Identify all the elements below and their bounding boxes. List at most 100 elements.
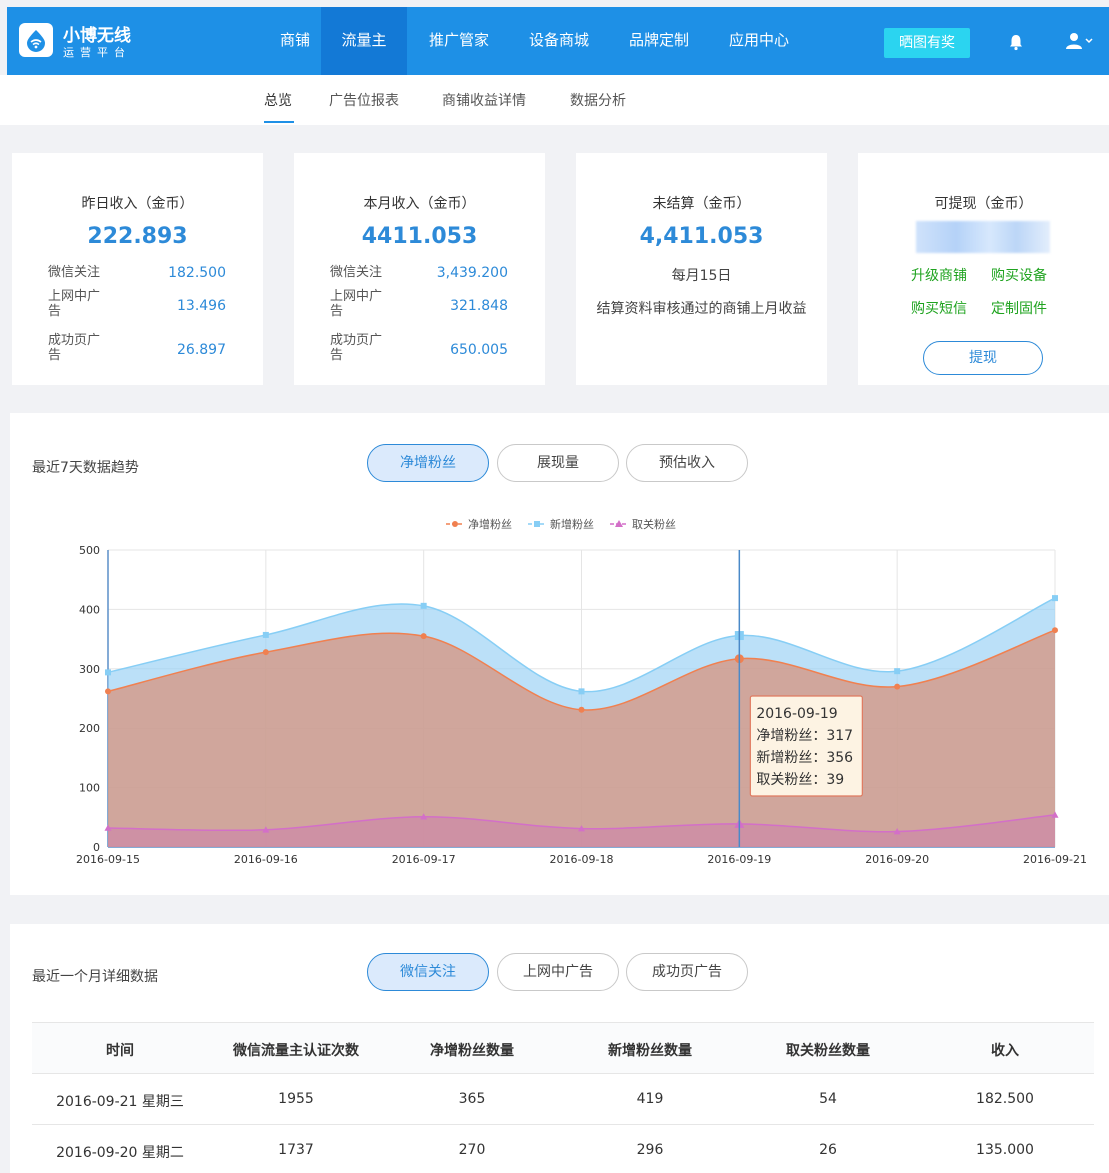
nav-item-promotion[interactable]: 推广管家 <box>417 7 501 75</box>
column-header[interactable]: 取关粉丝数量 <box>740 1040 916 1060</box>
column-header[interactable]: 净增粉丝数量 <box>384 1040 560 1060</box>
row-value: 650.005 <box>450 342 508 358</box>
user-menu-icon[interactable] <box>1065 32 1093 54</box>
card-value: 4411.053 <box>361 224 478 249</box>
tab-wechat-follow[interactable]: 微信关注 <box>367 953 489 991</box>
data-point-new-fans <box>105 669 111 676</box>
table-row[interactable]: 2016-09-20 星期二 1737 270 296 26 135.000 <box>32 1125 1094 1173</box>
bell-icon[interactable] <box>1007 33 1025 55</box>
data-point-new-fans <box>420 602 427 609</box>
detail-title: 最近一个月详细数据 <box>32 969 158 985</box>
nav-item-app-center[interactable]: 应用中心 <box>717 7 801 75</box>
nav-item-device-mall[interactable]: 设备商城 <box>517 7 601 75</box>
y-tick-label: 500 <box>79 544 100 557</box>
row-value: 3,439.200 <box>436 265 508 281</box>
legend-label-unfollow-fans: 取关粉丝 <box>632 517 676 531</box>
trend-panel: 最近7天数据趋势 净增粉丝 展现量 预估收入 0 100 200 300 400 500 2… <box>10 413 1109 895</box>
data-point-net-fans <box>1052 627 1058 634</box>
table-row[interactable]: 2016-09-21 星期三 1955 365 419 54 182.500 <box>32 1074 1094 1125</box>
brand-title: 小博无线 <box>63 26 131 46</box>
wifi-logo-icon <box>19 23 53 57</box>
card-withdrawable: 可提现（金币） 升级商铺 购买设备 购买短信 定制固件 提现 <box>858 153 1109 385</box>
subnav-data-analysis[interactable]: 数据分析 <box>570 90 626 110</box>
row-label: 成功页广告 <box>330 333 383 363</box>
cell-date: 2016-09-20 星期二 <box>56 1145 184 1161</box>
tooltip-line: 净增粉丝：317 <box>756 728 853 744</box>
cell-auth-count: 1737 <box>278 1142 314 1158</box>
column-header[interactable]: 新增粉丝数量 <box>560 1040 740 1060</box>
settlement-note: 结算资料审核通过的商铺上月收益 <box>596 301 807 317</box>
legend-marker-net-fans <box>452 521 458 527</box>
cell-new-fans: 419 <box>636 1091 664 1107</box>
brand-logo[interactable]: 小博无线 运营平台 <box>15 17 155 63</box>
tab-online-ad[interactable]: 上网中广告 <box>497 953 619 991</box>
tooltip-line: 新增粉丝：356 <box>756 750 853 766</box>
withdraw-button[interactable]: 提现 <box>923 341 1043 375</box>
legend-marker-new-fans <box>534 521 540 527</box>
cell-auth-count: 1955 <box>278 1091 314 1107</box>
row-label: 上网中广告 <box>330 289 383 319</box>
row-value: 13.496 <box>177 298 226 314</box>
data-point-net-fans <box>105 688 111 695</box>
card-value: 222.893 <box>87 224 188 249</box>
nav-item-traffic-owner[interactable]: 流量主 <box>321 7 407 75</box>
cell-new-fans: 296 <box>636 1142 664 1158</box>
card-value: 4,411.053 <box>639 224 764 249</box>
promo-button[interactable]: 晒图有奖 <box>884 28 970 58</box>
cell-income: 135.000 <box>976 1142 1034 1158</box>
table-header: 时间 微信流量主认证次数 净增粉丝数量 新增粉丝数量 取关粉丝数量 收入 <box>32 1022 1094 1074</box>
subnav-active-indicator <box>264 121 294 123</box>
sub-nav: 总览 广告位报表 商铺收益详情 数据分析 <box>0 75 1109 125</box>
y-tick-label: 200 <box>79 722 100 735</box>
row-label: 微信关注 <box>330 265 383 280</box>
legend-label-new-fans: 新增粉丝 <box>550 517 594 531</box>
card-month-income: 本月收入（金币） 4411.053 微信关注 3,439.200 上网中广告 3… <box>294 153 545 385</box>
y-tick-label: 400 <box>79 603 100 616</box>
trend-chart[interactable]: 01002003004005002016-09-15 2016-09-16 2016… <box>10 413 1109 895</box>
x-tick-label: 2016-09-16 <box>234 853 298 866</box>
top-nav-bar: 小博无线 运营平台 商铺 流量主 推广管家 设备商城 品牌定制 应用中心 晒图有… <box>7 7 1109 75</box>
data-point-net-fans <box>578 706 585 713</box>
subnav-ad-slot-report[interactable]: 广告位报表 <box>329 90 399 110</box>
subnav-overview[interactable]: 总览 <box>264 90 292 110</box>
cell-unfollow: 26 <box>819 1142 837 1158</box>
row-label: 微信关注 <box>48 265 101 280</box>
link-buy-sms[interactable]: 购买短信 <box>911 298 967 318</box>
legend-label-net-fans: 净增粉丝 <box>468 517 512 531</box>
tab-success-page-ad[interactable]: 成功页广告 <box>626 953 748 991</box>
link-buy-device[interactable]: 购买设备 <box>991 265 1047 285</box>
column-header[interactable]: 收入 <box>916 1040 1094 1060</box>
row-label: 上网中广告 <box>48 289 101 319</box>
data-point-net-fans <box>262 649 269 656</box>
column-header[interactable]: 时间 <box>32 1040 208 1060</box>
cell-date: 2016-09-21 星期三 <box>56 1094 184 1110</box>
card-unsettled: 未结算（金币） 4,411.053 每月15日 结算资料审核通过的商铺上月收益 <box>576 153 827 385</box>
nav-item-brand-custom[interactable]: 品牌定制 <box>617 7 701 75</box>
card-title: 昨日收入（金币） <box>81 196 194 212</box>
data-point-new-fans <box>262 631 269 638</box>
cell-net-fans: 365 <box>458 1091 486 1107</box>
link-custom-firmware[interactable]: 定制固件 <box>991 298 1047 318</box>
card-title: 可提现（金币） <box>934 196 1033 212</box>
x-tick-label: 2016-09-21 <box>1023 853 1087 866</box>
tooltip-date: 2016-09-19 <box>756 706 837 722</box>
x-tick-label: 2016-09-20 <box>865 853 929 866</box>
data-point-net-fans <box>894 683 901 690</box>
settlement-date: 每月15日 <box>671 268 732 284</box>
subnav-shop-income[interactable]: 商铺收益详情 <box>442 90 526 110</box>
cell-income: 182.500 <box>976 1091 1034 1107</box>
column-header[interactable]: 微信流量主认证次数 <box>208 1040 384 1060</box>
card-title: 本月收入（金币） <box>363 196 476 212</box>
blurred-balance <box>916 221 1050 253</box>
row-value: 26.897 <box>177 342 226 358</box>
data-point-new-fans <box>1052 595 1058 602</box>
nav-item-shop[interactable]: 商铺 <box>263 7 327 75</box>
brand-subtitle: 运营平台 <box>63 46 131 59</box>
row-value: 321.848 <box>450 298 508 314</box>
row-label: 成功页广告 <box>48 333 101 363</box>
x-tick-label: 2016-09-19 <box>707 853 771 866</box>
card-title: 未结算（金币） <box>652 196 751 212</box>
tooltip-line: 取关粉丝：39 <box>756 772 844 788</box>
card-yesterday-income: 昨日收入（金币） 222.893 微信关注 182.500 上网中广告 13.4… <box>12 153 263 385</box>
link-upgrade-shop[interactable]: 升级商铺 <box>911 265 967 285</box>
